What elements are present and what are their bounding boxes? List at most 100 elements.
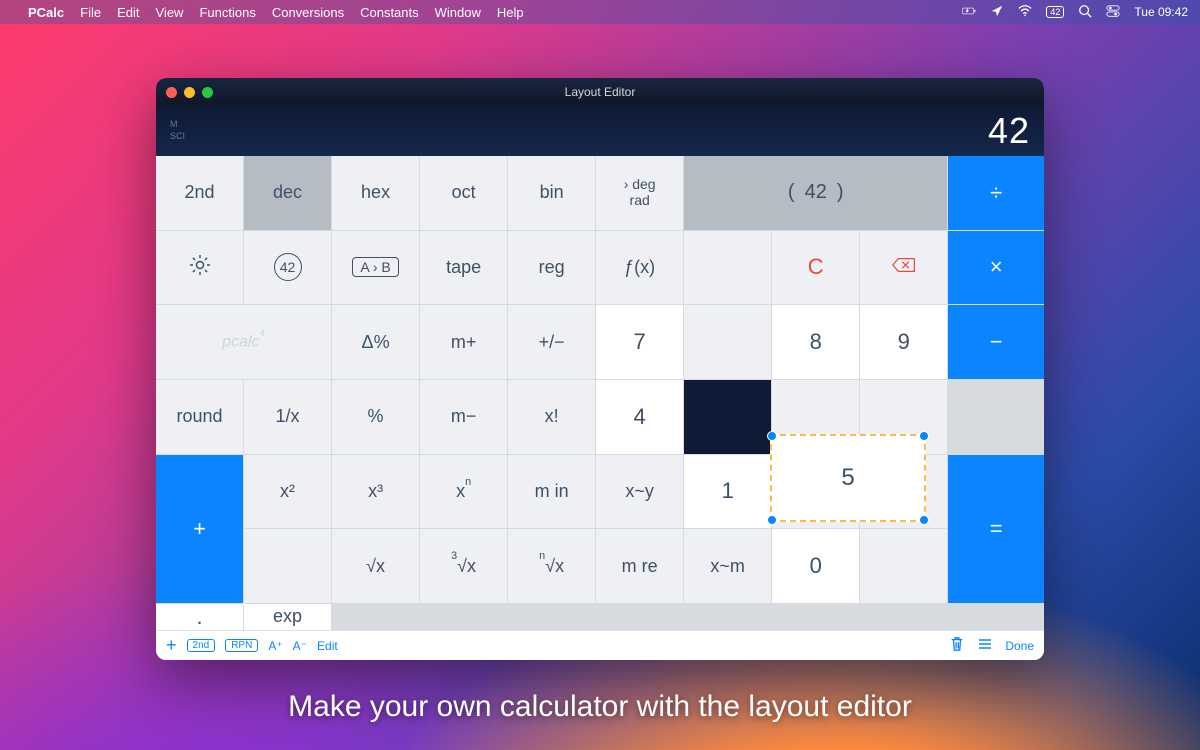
key-reciprocal[interactable]: 1/x [244,380,331,454]
key-delta-percent[interactable]: Δ% [332,305,419,379]
menu-constants[interactable]: Constants [360,5,419,20]
key-mplus[interactable]: m+ [420,305,507,379]
key-settings[interactable] [156,231,243,305]
calculator-display: M SCI 42 [156,106,1044,156]
key-mminus[interactable]: m− [420,380,507,454]
key-backspace[interactable] [860,231,947,305]
resize-handle-tl[interactable] [767,431,777,441]
menu-file[interactable]: File [80,5,101,20]
list-icon[interactable] [977,636,993,655]
key-equals[interactable]: = [948,455,1044,603]
key-brand[interactable]: pcalc4 [156,305,331,379]
menu-window[interactable]: Window [435,5,481,20]
trash-icon[interactable] [949,636,965,655]
toggle-2nd[interactable]: 2nd [187,639,216,652]
key-exp[interactable]: exp [244,604,331,630]
floating-key-label: 5 [841,464,854,492]
display-mode-sci: SCI [170,131,185,143]
pcalc-menubar-icon[interactable]: 42 [1046,6,1064,18]
font-larger[interactable]: A⁺ [268,639,282,653]
control-center-icon[interactable] [1106,4,1120,21]
key-minus[interactable]: − [948,305,1044,379]
key-2nd[interactable]: 2nd [156,156,243,230]
key-min[interactable]: m in [508,455,595,529]
key-xswapy[interactable]: x~y [596,455,683,529]
key-angle-mode[interactable]: › degrad [596,156,683,230]
menu-functions[interactable]: Functions [199,5,255,20]
close-window-button[interactable] [166,87,177,98]
font-smaller[interactable]: A⁻ [293,639,307,653]
minimize-window-button[interactable] [184,87,195,98]
key-divide[interactable]: ÷ [948,156,1044,230]
key-dec[interactable]: dec [244,156,331,230]
key-reg[interactable]: reg [508,231,595,305]
window-title: Layout Editor [565,85,636,99]
backspace-icon [892,253,916,282]
empty-cell[interactable] [244,529,331,603]
key-1[interactable]: 1 [684,455,771,529]
add-key-button[interactable]: + [166,635,177,656]
key-multiply[interactable]: × [948,231,1044,305]
menu-view[interactable]: View [156,5,184,20]
key-7[interactable]: 7 [596,305,683,379]
display-value: 42 [988,110,1030,152]
key-round[interactable]: round [156,380,243,454]
location-icon[interactable] [990,4,1004,21]
key-plusminus[interactable]: +/− [508,305,595,379]
key-plus[interactable]: + [156,455,243,603]
menu-edit[interactable]: Edit [117,5,139,20]
key-x3[interactable]: x³ [332,455,419,529]
key-oct[interactable]: oct [420,156,507,230]
key-bin[interactable]: bin [508,156,595,230]
key-xm[interactable]: x~m [684,529,771,603]
resize-handle-br[interactable] [919,515,929,525]
key-0[interactable]: 0 [772,529,859,603]
empty-cell-dark[interactable] [684,380,771,454]
key-sqrt[interactable]: √x [332,529,419,603]
key-mre[interactable]: m re [596,529,683,603]
empty-cell[interactable] [860,529,947,603]
key-percent[interactable]: % [332,380,419,454]
menu-help[interactable]: Help [497,5,524,20]
window-titlebar[interactable]: Layout Editor [156,78,1044,106]
key-tape[interactable]: tape [420,231,507,305]
key-factorial[interactable]: x! [508,380,595,454]
key-42[interactable]: 42 [244,231,331,305]
memory-value: 42 [805,181,827,204]
edit-button[interactable]: Edit [317,639,338,653]
app-menu[interactable]: PCalc [28,5,64,20]
key-nroot[interactable]: n√x [508,529,595,603]
paren-close: ) [837,181,844,204]
convert-icon: A › B [352,257,398,277]
empty-cell[interactable] [684,305,771,379]
memory-display[interactable]: ( 42 ) [684,156,947,230]
key-8[interactable]: 8 [772,305,859,379]
empty-cell[interactable] [684,231,771,305]
zoom-window-button[interactable] [202,87,213,98]
fortytwo-icon: 42 [274,253,302,281]
resize-handle-tr[interactable] [919,431,929,441]
toggle-rpn[interactable]: RPN [225,639,258,652]
resize-handle-bl[interactable] [767,515,777,525]
key-convert[interactable]: A › B [332,231,419,305]
wifi-icon[interactable] [1018,4,1032,21]
key-hex[interactable]: hex [332,156,419,230]
display-mode-m: M [170,119,185,131]
key-fx[interactable]: ƒ(x) [596,231,683,305]
key-decimal[interactable]: . [156,604,243,630]
key-9[interactable]: 9 [860,305,947,379]
floating-key-5[interactable]: 5 [770,434,926,522]
keypad-canvas[interactable]: 2nd dec hex oct bin › degrad ( 42 ) ÷ 42… [156,156,1044,630]
done-button[interactable]: Done [1005,639,1034,653]
key-cbrt[interactable]: 3√x [420,529,507,603]
menu-conversions[interactable]: Conversions [272,5,344,20]
editor-toolbar: + 2nd RPN A⁺ A⁻ Edit Done [156,630,1044,660]
key-clear[interactable]: C [772,231,859,305]
key-4[interactable]: 4 [596,380,683,454]
clock[interactable]: Tue 09:42 [1134,5,1188,19]
spotlight-icon[interactable] [1078,4,1092,21]
macos-menubar: PCalc File Edit View Functions Conversio… [0,0,1200,24]
key-x2[interactable]: x² [244,455,331,529]
battery-icon[interactable] [962,4,976,21]
key-xn[interactable]: xn [420,455,507,529]
